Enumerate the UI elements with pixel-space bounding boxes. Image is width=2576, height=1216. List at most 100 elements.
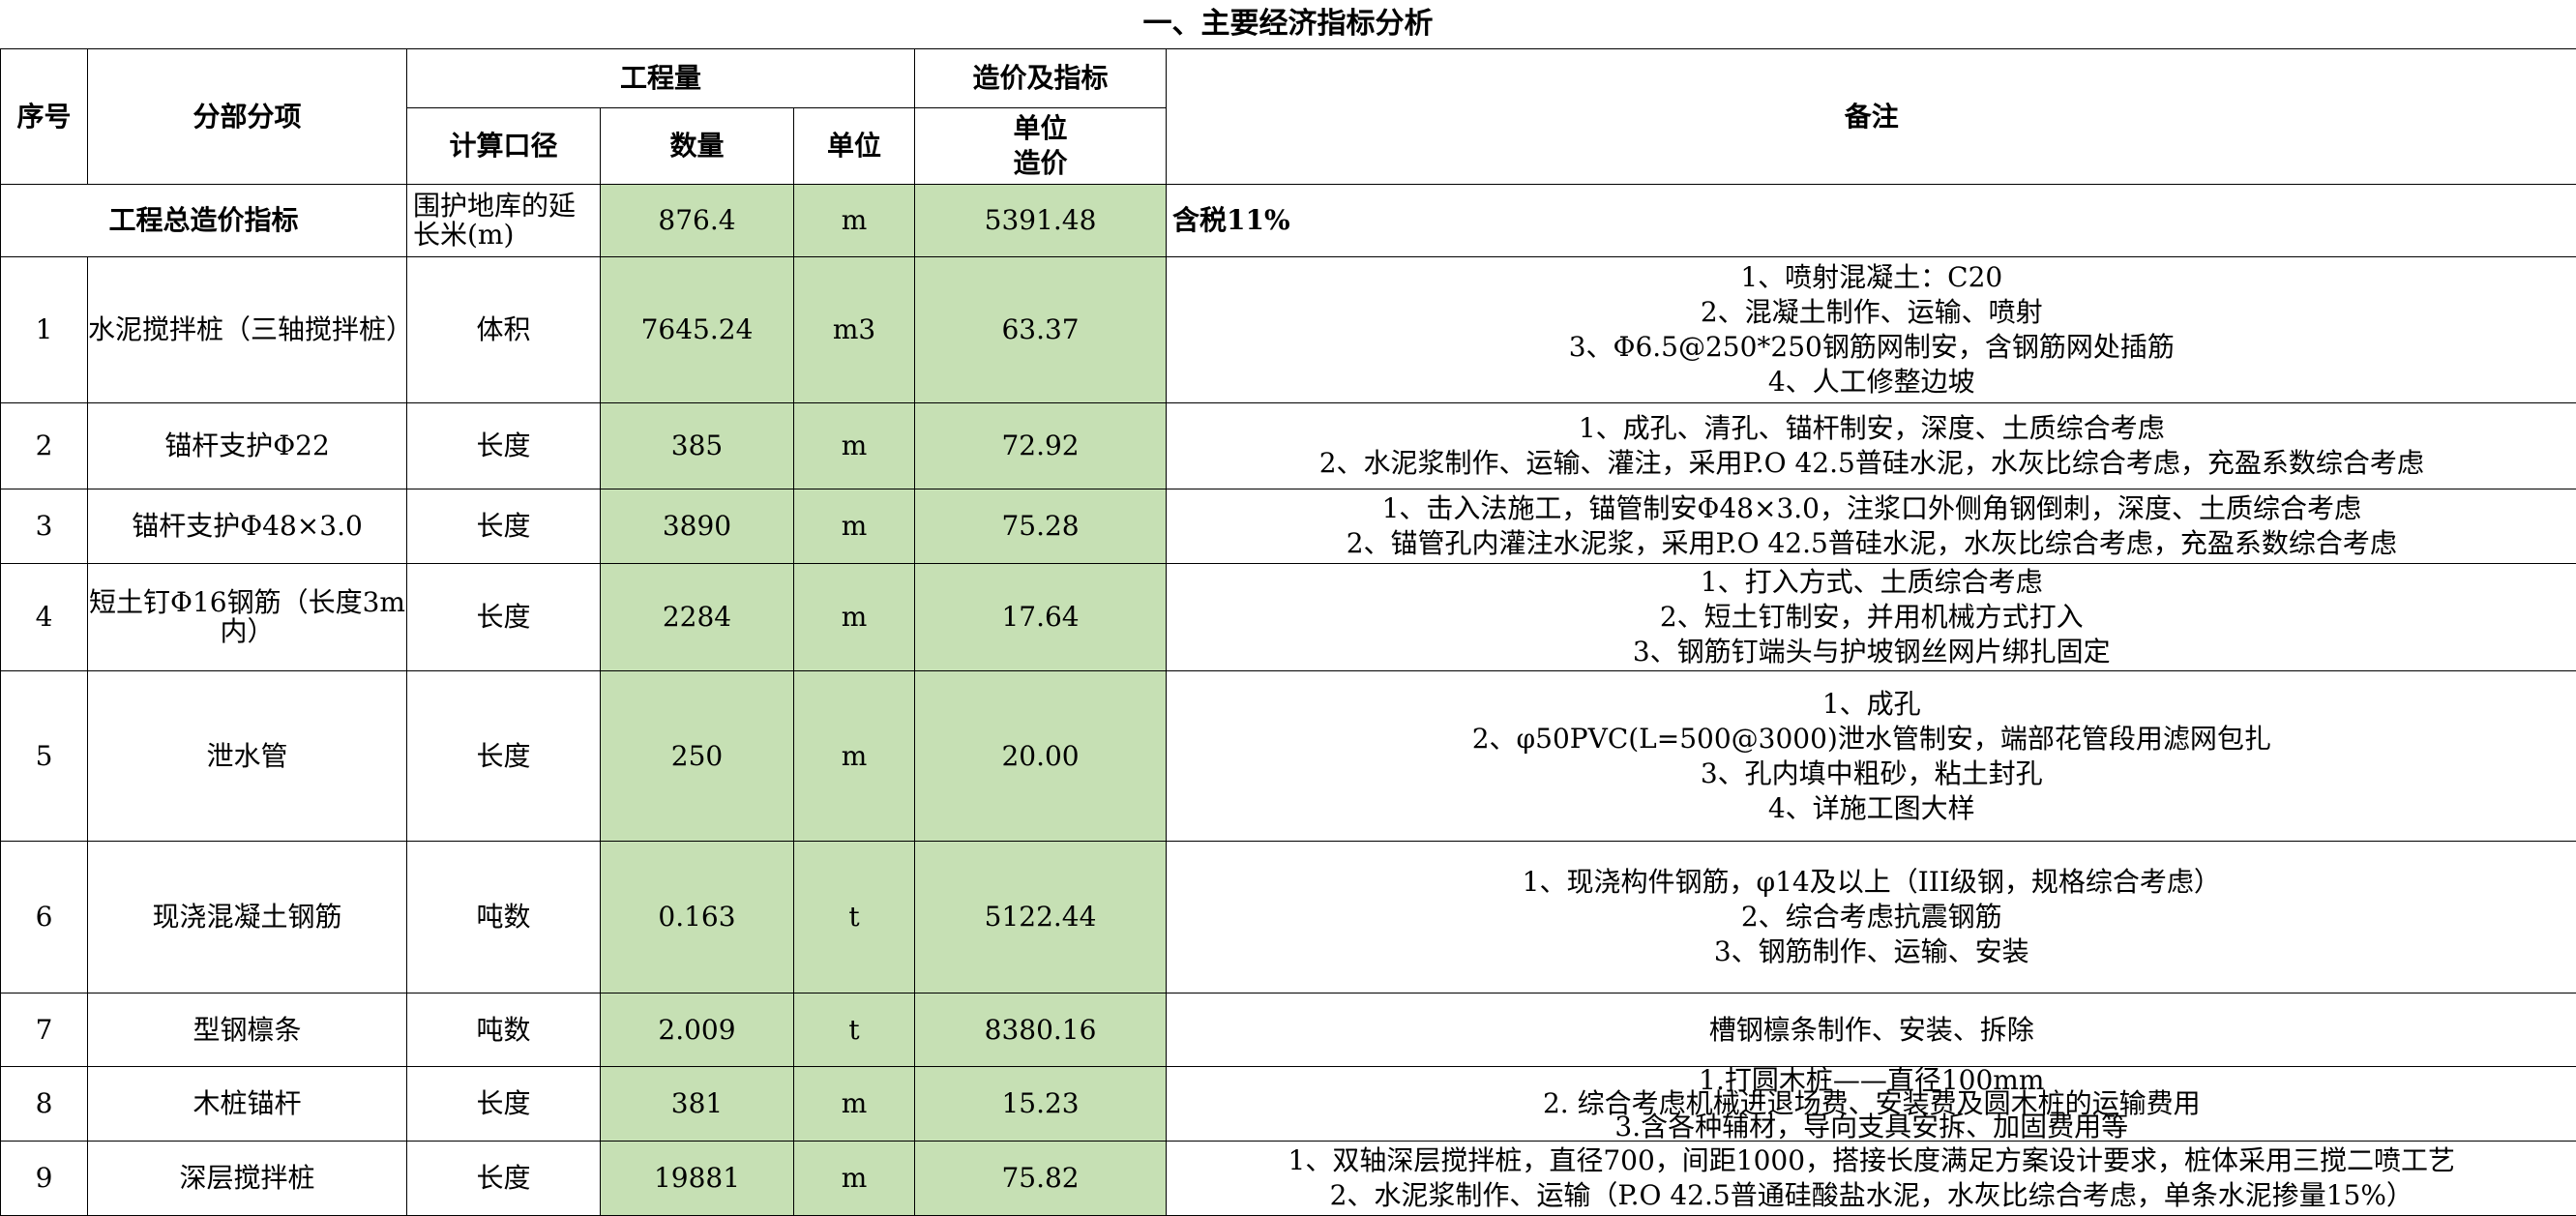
note-line: 4、详施工图大样 (1167, 791, 2576, 826)
row-qty: 385 (601, 403, 794, 489)
header-unit: 单位 (794, 108, 915, 185)
row-item: 木桩锚杆 (88, 1067, 407, 1142)
row-seq: 3 (1, 489, 88, 564)
row-basis: 长度 (407, 403, 601, 489)
row-item: 短土钉Φ16钢筋（长度3m内） (88, 564, 407, 671)
row-price: 72.92 (915, 403, 1167, 489)
row-item: 型钢檩条 (88, 994, 407, 1067)
row-qty: 19881 (601, 1142, 794, 1216)
row-unit: m (794, 671, 915, 842)
row-notes: 1、打入方式、土质综合考虑2、短土钉制安，并用机械方式打入3、钢筋钉端头与护坡钢… (1167, 564, 2576, 671)
table-row: 4短土钉Φ16钢筋（长度3m内）长度2284m17.641、打入方式、土质综合考… (1, 564, 2576, 671)
row-notes: 槽钢檩条制作、安装、拆除 (1167, 994, 2576, 1067)
page-title: 一、主要经济指标分析 (0, 0, 2576, 48)
row-notes: 1、双轴深层搅拌桩，直径700，间距1000，搭接长度满足方案设计要求，桩体采用… (1167, 1142, 2576, 1216)
summary-price: 5391.48 (915, 185, 1167, 257)
row-basis: 吨数 (407, 994, 601, 1067)
row-basis: 长度 (407, 1067, 601, 1142)
row-notes: 1、击入法施工，锚管制安Φ48×3.0，注浆口外侧角钢倒刺，深度、土质综合考虑2… (1167, 489, 2576, 564)
row-seq: 9 (1, 1142, 88, 1216)
table-row: 6现浇混凝土钢筋吨数0.163t5122.441、现浇构件钢筋，φ14及以上（I… (1, 842, 2576, 994)
row-item: 深层搅拌桩 (88, 1142, 407, 1216)
row-unit: m (794, 489, 915, 564)
row-unit: t (794, 842, 915, 994)
table-row: 2锚杆支护Φ22长度385m72.921、成孔、清孔、锚杆制安，深度、土质综合考… (1, 403, 2576, 489)
summary-row: 工程总造价指标 围护地库的延长米(m) 876.4 m 5391.48 含税11… (1, 185, 2576, 257)
row-unit: m (794, 1067, 915, 1142)
row-price: 63.37 (915, 257, 1167, 403)
note-line: 2、混凝土制作、运输、喷射 (1167, 295, 2576, 330)
note-line: 1、击入法施工，锚管制安Φ48×3.0，注浆口外侧角钢倒刺，深度、土质综合考虑 (1167, 491, 2576, 526)
row-qty: 3890 (601, 489, 794, 564)
row-notes: 1、喷射混凝土：C202、混凝土制作、运输、喷射3、Φ6.5@250*250钢筋… (1167, 257, 2576, 403)
row-qty: 2.009 (601, 994, 794, 1067)
row-basis: 体积 (407, 257, 601, 403)
row-unit: m (794, 403, 915, 489)
row-seq: 2 (1, 403, 88, 489)
row-price: 15.23 (915, 1067, 1167, 1142)
row-seq: 4 (1, 564, 88, 671)
row-price: 75.82 (915, 1142, 1167, 1216)
row-item: 锚杆支护Φ22 (88, 403, 407, 489)
note-line: 2、短土钉制安，并用机械方式打入 (1167, 600, 2576, 635)
row-qty: 2284 (601, 564, 794, 671)
row-seq: 8 (1, 1067, 88, 1142)
row-price: 20.00 (915, 671, 1167, 842)
note-line: 2、综合考虑抗震钢筋 (1167, 900, 2576, 934)
row-notes: 1、成孔、清孔、锚杆制安，深度、土质综合考虑2、水泥浆制作、运输、灌注，采用P.… (1167, 403, 2576, 489)
header-seq: 序号 (1, 49, 88, 185)
row-notes: 1.打圆木桩——直径100mm2. 综合考虑机械进退场费、安装费及圆木桩的运输费… (1167, 1067, 2576, 1142)
row-notes: 1、成孔2、φ50PVC(L=500@3000)泄水管制安，端部花管段用滤网包扎… (1167, 671, 2576, 842)
row-item: 锚杆支护Φ48×3.0 (88, 489, 407, 564)
row-price: 5122.44 (915, 842, 1167, 994)
row-qty: 7645.24 (601, 257, 794, 403)
table-row: 3锚杆支护Φ48×3.0长度3890m75.281、击入法施工，锚管制安Φ48×… (1, 489, 2576, 564)
row-item: 水泥搅拌桩（三轴搅拌桩） (88, 257, 407, 403)
table-row: 7型钢檩条吨数2.009t8380.16槽钢檩条制作、安装、拆除 (1, 994, 2576, 1067)
row-item: 现浇混凝土钢筋 (88, 842, 407, 994)
economic-indicator-table: 序号 分部分项 工程量 造价及指标 备注 计算口径 数量 单位 单位 造价 工程… (0, 48, 2576, 1216)
table-row: 8木桩锚杆长度381m15.231.打圆木桩——直径100mm2. 综合考虑机械… (1, 1067, 2576, 1142)
note-line: 1、双轴深层搅拌桩，直径700，间距1000，搭接长度满足方案设计要求，桩体采用… (1167, 1143, 2576, 1178)
note-line: 2、φ50PVC(L=500@3000)泄水管制安，端部花管段用滤网包扎 (1167, 722, 2576, 756)
header-item: 分部分项 (88, 49, 407, 185)
note-line: 槽钢檩条制作、安装、拆除 (1167, 1013, 2576, 1048)
header-unit-price: 单位 造价 (915, 108, 1167, 185)
note-line: 1、喷射混凝土：C20 (1167, 260, 2576, 295)
row-price: 75.28 (915, 489, 1167, 564)
row-basis: 长度 (407, 564, 601, 671)
row-qty: 250 (601, 671, 794, 842)
row-qty: 381 (601, 1067, 794, 1142)
summary-unit: m (794, 185, 915, 257)
row-notes: 1、现浇构件钢筋，φ14及以上（III级钢，规格综合考虑）2、综合考虑抗震钢筋3… (1167, 842, 2576, 994)
table-row: 5泄水管长度250m20.001、成孔2、φ50PVC(L=500@3000)泄… (1, 671, 2576, 842)
header-cost-group: 造价及指标 (915, 49, 1167, 108)
spreadsheet-page: 一、主要经济指标分析 序号 分部分项 工程量 造价及指标 备注 计算口径 数量 … (0, 0, 2576, 1202)
note-line: 1、打入方式、土质综合考虑 (1167, 565, 2576, 600)
row-unit: m (794, 564, 915, 671)
row-unit: t (794, 994, 915, 1067)
note-line: 4、人工修整边坡 (1167, 365, 2576, 400)
note-line: 1、成孔 (1167, 687, 2576, 722)
row-seq: 1 (1, 257, 88, 403)
summary-qty: 876.4 (601, 185, 794, 257)
note-line: 1、现浇构件钢筋，φ14及以上（III级钢，规格综合考虑） (1167, 865, 2576, 900)
row-seq: 5 (1, 671, 88, 842)
header-quantity-group: 工程量 (407, 49, 915, 108)
row-price: 8380.16 (915, 994, 1167, 1067)
row-basis: 长度 (407, 671, 601, 842)
note-line: 1、成孔、清孔、锚杆制安，深度、土质综合考虑 (1167, 411, 2576, 446)
table-row: 9深层搅拌桩长度19881m75.821、双轴深层搅拌桩，直径700，间距100… (1, 1142, 2576, 1216)
note-line: 2、锚管孔内灌注水泥浆，采用P.O 42.5普硅水泥，水灰比综合考虑，充盈系数综… (1167, 526, 2576, 561)
note-line: 2、水泥浆制作、运输（P.O 42.5普通硅酸盐水泥，水灰比综合考虑，单条水泥掺… (1167, 1178, 2576, 1213)
row-price: 17.64 (915, 564, 1167, 671)
note-line: 2、水泥浆制作、运输、灌注，采用P.O 42.5普硅水泥，水灰比综合考虑，充盈系… (1167, 446, 2576, 481)
note-line: 3.含各种辅材，导向支具安拆、加固费用等 (1167, 1115, 2576, 1139)
row-seq: 7 (1, 994, 88, 1067)
table-row: 1水泥搅拌桩（三轴搅拌桩）体积7645.24m363.371、喷射混凝土：C20… (1, 257, 2576, 403)
row-item: 泄水管 (88, 671, 407, 842)
row-basis: 长度 (407, 1142, 601, 1216)
summary-basis: 围护地库的延长米(m) (407, 185, 601, 257)
row-basis: 吨数 (407, 842, 601, 994)
header-qty: 数量 (601, 108, 794, 185)
